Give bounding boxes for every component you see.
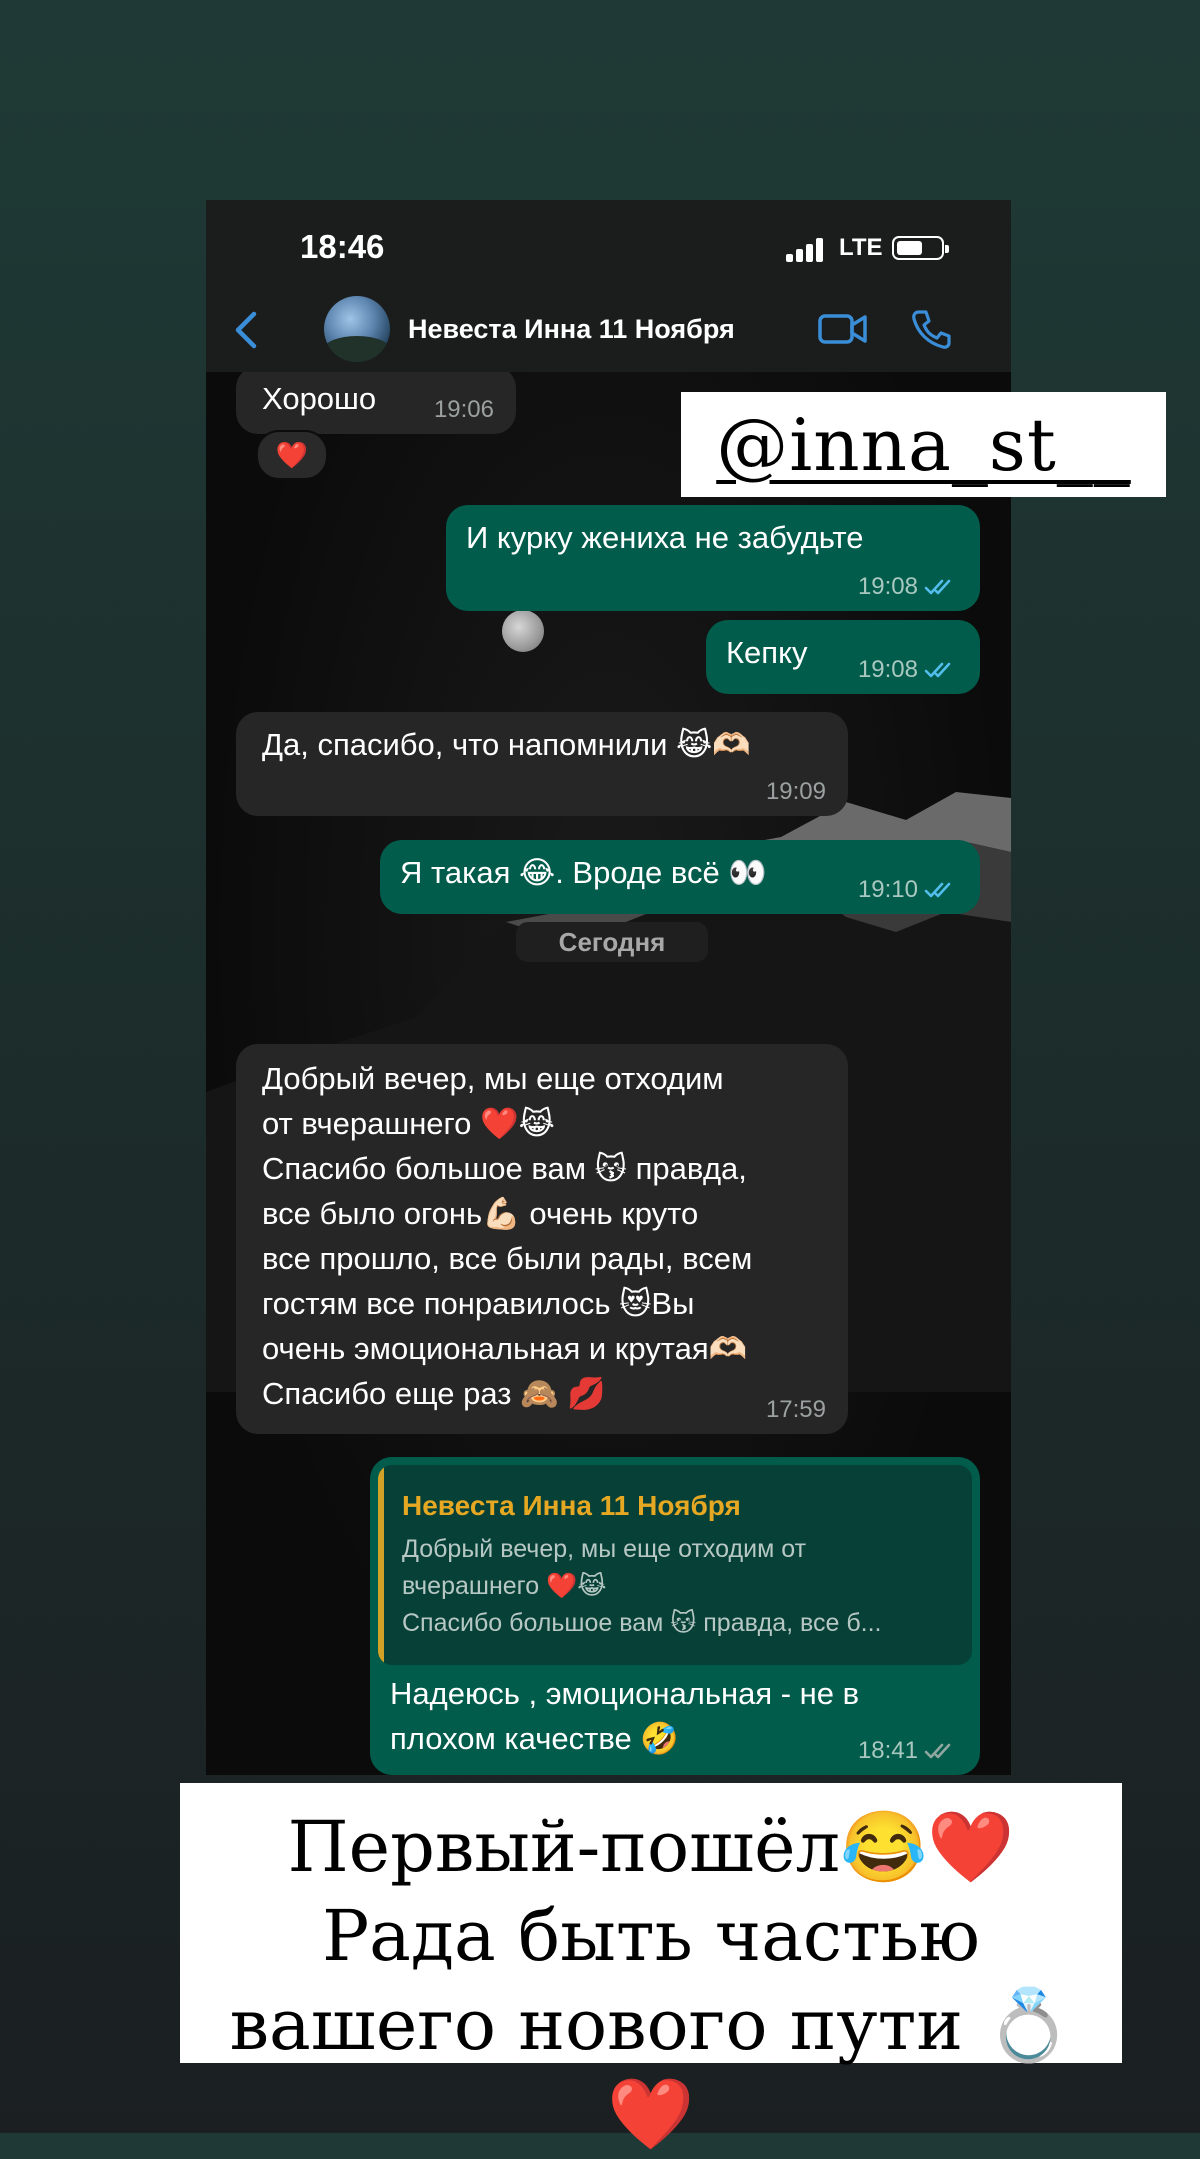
battery-icon: [892, 236, 949, 260]
double-check-icon: [924, 1743, 951, 1759]
status-time: 18:46: [300, 228, 385, 265]
double-check-icon: [924, 882, 951, 898]
moon-decoration: [502, 610, 544, 652]
message-text: И курку жениха не забудьте: [466, 520, 864, 555]
message-text: Надеюсь , эмоциональная - не в плохом ка…: [390, 1676, 860, 1756]
message-time: 19:08: [858, 656, 958, 684]
status-bar: 18:46 LTE: [206, 200, 1011, 290]
message-text: Да, спасибо, что напомнили 😹🫶🏻: [262, 727, 751, 762]
double-check-icon: [924, 662, 951, 678]
date-divider: Сегодня: [516, 922, 708, 962]
message-bubble[interactable]: Невеста Инна 11 Ноября Добрый вечер, мы …: [370, 1457, 980, 1775]
reply-quote-author: Невеста Инна 11 Ноября: [402, 1490, 741, 1521]
message-bubble[interactable]: Кепку 19:08: [706, 620, 980, 694]
reaction-emoji: ❤️: [275, 439, 309, 470]
chat-area[interactable]: Хорошо 19:06 ❤️ И курку жениха не забудь…: [206, 372, 1011, 1775]
message-bubble[interactable]: Хорошо 19:06: [236, 372, 516, 434]
message-time: 19:09: [765, 778, 826, 805]
message-bubble[interactable]: Добрый вечер, мы еще отходим от вчерашне…: [236, 1044, 848, 1434]
message-text: Добрый вечер, мы еще отходим от вчерашне…: [262, 1061, 753, 1411]
double-check-icon: [924, 579, 951, 595]
message-bubble[interactable]: И курку жениха не забудьте 19:08: [446, 505, 980, 611]
signal-icon: [786, 238, 830, 262]
message-bubble[interactable]: Да, спасибо, что напомнили 😹🫶🏻 19:09: [236, 712, 848, 816]
reply-quote-text: Добрый вечер, мы еще отходим от вчерашне…: [402, 1535, 882, 1637]
message-time: 19:10: [858, 876, 958, 904]
message-time: 17:59: [765, 1396, 826, 1423]
handle-text: @inna_st__: [716, 402, 1131, 487]
chat-header: Невеста Инна 11 Ноября: [206, 290, 1011, 373]
phone-call-icon[interactable]: [910, 308, 952, 350]
handle-sticker: @inna_st__: [681, 392, 1166, 497]
video-call-icon[interactable]: [818, 312, 868, 346]
reply-quote[interactable]: Невеста Инна 11 Ноября Добрый вечер, мы …: [378, 1465, 972, 1665]
avatar[interactable]: [324, 296, 390, 362]
back-chevron-icon[interactable]: [228, 308, 268, 352]
message-reaction[interactable]: ❤️: [256, 430, 328, 480]
message-bubble[interactable]: Я такая 😂. Вроде всё 👀 19:10: [380, 840, 980, 914]
contact-name[interactable]: Невеста Инна 11 Ноября: [408, 314, 735, 345]
message-time: 18:41: [858, 1737, 958, 1765]
story-caption: Первый-пошёл😂❤️ Рада быть частью вашего …: [180, 1783, 1122, 2155]
network-type: LTE: [839, 234, 883, 261]
message-time: 19:06: [433, 396, 494, 423]
message-time: 19:08: [858, 573, 958, 601]
